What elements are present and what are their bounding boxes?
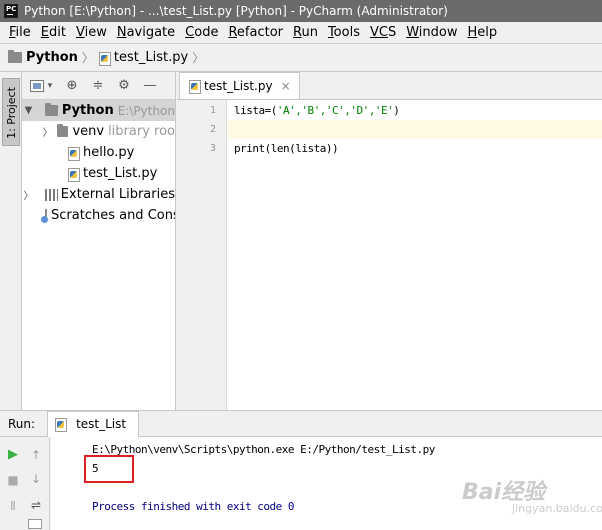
menu-view[interactable]: View bbox=[71, 22, 112, 43]
title-bar: PC Python [E:\Python] - ...\test_List.py… bbox=[0, 0, 602, 22]
project-toolbar: ▾ ⊕ ≑ ⚙ — bbox=[22, 72, 175, 100]
tree-external-libraries: External Libraries bbox=[60, 187, 175, 202]
baidu-watermark: Bai经验 jingyan.baidu.com bbox=[462, 480, 602, 515]
breadcrumb-project[interactable]: Python bbox=[26, 50, 78, 65]
project-tool-tab-label: 1: Project bbox=[5, 87, 18, 139]
breadcrumb: Python 〉 test_List.py 〉 bbox=[0, 43, 602, 72]
close-icon[interactable]: × bbox=[281, 79, 291, 93]
tree-venv-note: library roo bbox=[108, 124, 175, 139]
tree-item-venv[interactable]: 〉 venv library roo bbox=[22, 121, 175, 142]
python-run-icon bbox=[54, 417, 68, 432]
menu-help[interactable]: Help bbox=[463, 22, 503, 43]
tree-item-external-libraries[interactable]: 〉 External Libraries bbox=[22, 184, 175, 205]
dropdown-icon[interactable]: ▾ bbox=[46, 78, 54, 94]
locate-file-icon[interactable]: ⊕ bbox=[64, 78, 80, 94]
hide-panel-icon[interactable]: — bbox=[142, 78, 158, 94]
stop-icon[interactable]: ■ bbox=[5, 472, 21, 488]
scratches-icon bbox=[41, 209, 48, 223]
editor-tab-label: test_List.py bbox=[204, 79, 273, 93]
breadcrumb-file[interactable]: test_List.py bbox=[114, 50, 188, 65]
python-file-icon bbox=[67, 146, 80, 161]
menu-refactor[interactable]: Refactor bbox=[223, 22, 288, 43]
output-highlight-box bbox=[84, 455, 134, 483]
code-area[interactable]: lista=('A','B','C','D','E') print(len(li… bbox=[228, 100, 602, 158]
tree-item-scratches[interactable]: Scratches and Cons bbox=[22, 205, 175, 226]
soft-wrap-icon[interactable]: ⇌ bbox=[28, 497, 44, 513]
tree-file-name: test_List.py bbox=[83, 166, 158, 181]
tree-item-root[interactable]: ▼ Python E:\Python bbox=[22, 100, 175, 121]
code-line[interactable]: print(len(lista)) bbox=[228, 139, 602, 158]
editor: test_List.py × 1 2 3 lista=('A','B','C',… bbox=[177, 72, 602, 410]
library-icon bbox=[44, 188, 58, 201]
code-line[interactable] bbox=[228, 120, 602, 139]
tree-file-name: hello.py bbox=[83, 145, 135, 160]
collapse-all-icon[interactable]: ≑ bbox=[90, 78, 106, 94]
rerun-up-icon[interactable]: ↑ bbox=[28, 447, 44, 463]
editor-tab[interactable]: test_List.py × bbox=[179, 72, 300, 99]
tree-item-file[interactable]: test_List.py bbox=[22, 163, 175, 184]
menu-vcs[interactable]: VCS bbox=[365, 22, 401, 43]
chevron-down-icon[interactable]: ▼ bbox=[22, 105, 35, 116]
run-toolbar: ↑ ▶ ↓ ■ ⇌ Ⅱ bbox=[0, 437, 50, 530]
line-number: 1 bbox=[209, 105, 216, 116]
pause-icon[interactable]: Ⅱ bbox=[5, 498, 21, 514]
folder-icon bbox=[57, 124, 69, 137]
tree-scratches: Scratches and Cons bbox=[51, 208, 176, 223]
project-tree: ▼ Python E:\Python 〉 venv library roo he… bbox=[22, 100, 175, 226]
python-file-icon bbox=[98, 51, 111, 66]
menu-window[interactable]: Window bbox=[401, 22, 462, 43]
folder-icon bbox=[44, 103, 58, 116]
tree-root-name: Python bbox=[61, 103, 114, 118]
editor-tabs: test_List.py × bbox=[177, 72, 602, 100]
menu-bar: File Edit View Navigate Code Refactor Ru… bbox=[0, 22, 602, 43]
pin-icon[interactable] bbox=[28, 519, 42, 529]
tree-venv-name: venv bbox=[72, 124, 105, 139]
tree-root-path: E:\Python bbox=[117, 103, 175, 118]
chevron-right-icon: 〉 bbox=[81, 51, 94, 65]
chevron-right-icon: 〉 bbox=[192, 51, 205, 65]
menu-edit[interactable]: Edit bbox=[36, 22, 71, 43]
chevron-right-icon[interactable]: 〉 bbox=[42, 124, 53, 139]
project-view-icon[interactable] bbox=[30, 79, 44, 92]
project-tool-tab[interactable]: 1: Project bbox=[2, 78, 20, 146]
folder-icon bbox=[8, 50, 22, 63]
run-label: Run: bbox=[8, 416, 36, 431]
python-file-icon bbox=[67, 167, 80, 182]
menu-file[interactable]: File bbox=[4, 22, 36, 43]
chevron-right-icon[interactable]: 〉 bbox=[22, 187, 35, 202]
tree-item-file[interactable]: hello.py bbox=[22, 142, 175, 163]
console-command: E:\Python\venv\Scripts\python.exe E:/Pyt… bbox=[92, 443, 435, 456]
rerun-icon[interactable]: ▶ bbox=[5, 447, 21, 463]
gear-icon[interactable]: ⚙ bbox=[116, 78, 132, 94]
left-tool-stripe: 1: Project bbox=[0, 72, 22, 410]
scroll-down-icon[interactable]: ↓ bbox=[28, 471, 44, 487]
menu-navigate[interactable]: Navigate bbox=[112, 22, 180, 43]
menu-tools[interactable]: Tools bbox=[323, 22, 365, 43]
console-exit-message: Process finished with exit code 0 bbox=[92, 500, 295, 513]
menu-code[interactable]: Code bbox=[180, 22, 223, 43]
run-tab[interactable]: test_List bbox=[47, 410, 140, 437]
run-panel-header: Run: test_List bbox=[0, 410, 602, 437]
python-file-icon bbox=[188, 79, 201, 94]
line-number: 3 bbox=[209, 143, 216, 154]
line-gutter: 1 2 3 bbox=[177, 100, 227, 410]
pycharm-app-icon: PC bbox=[4, 4, 18, 18]
menu-run[interactable]: Run bbox=[288, 22, 323, 43]
project-panel: ▾ ⊕ ≑ ⚙ — ▼ Python E:\Python 〉 venv libr… bbox=[22, 72, 176, 410]
window-title: Python [E:\Python] - ...\test_List.py [P… bbox=[24, 4, 448, 18]
run-tab-label: test_List bbox=[76, 417, 127, 431]
line-number: 2 bbox=[209, 124, 216, 135]
code-line[interactable]: lista=('A','B','C','D','E') bbox=[228, 101, 602, 120]
